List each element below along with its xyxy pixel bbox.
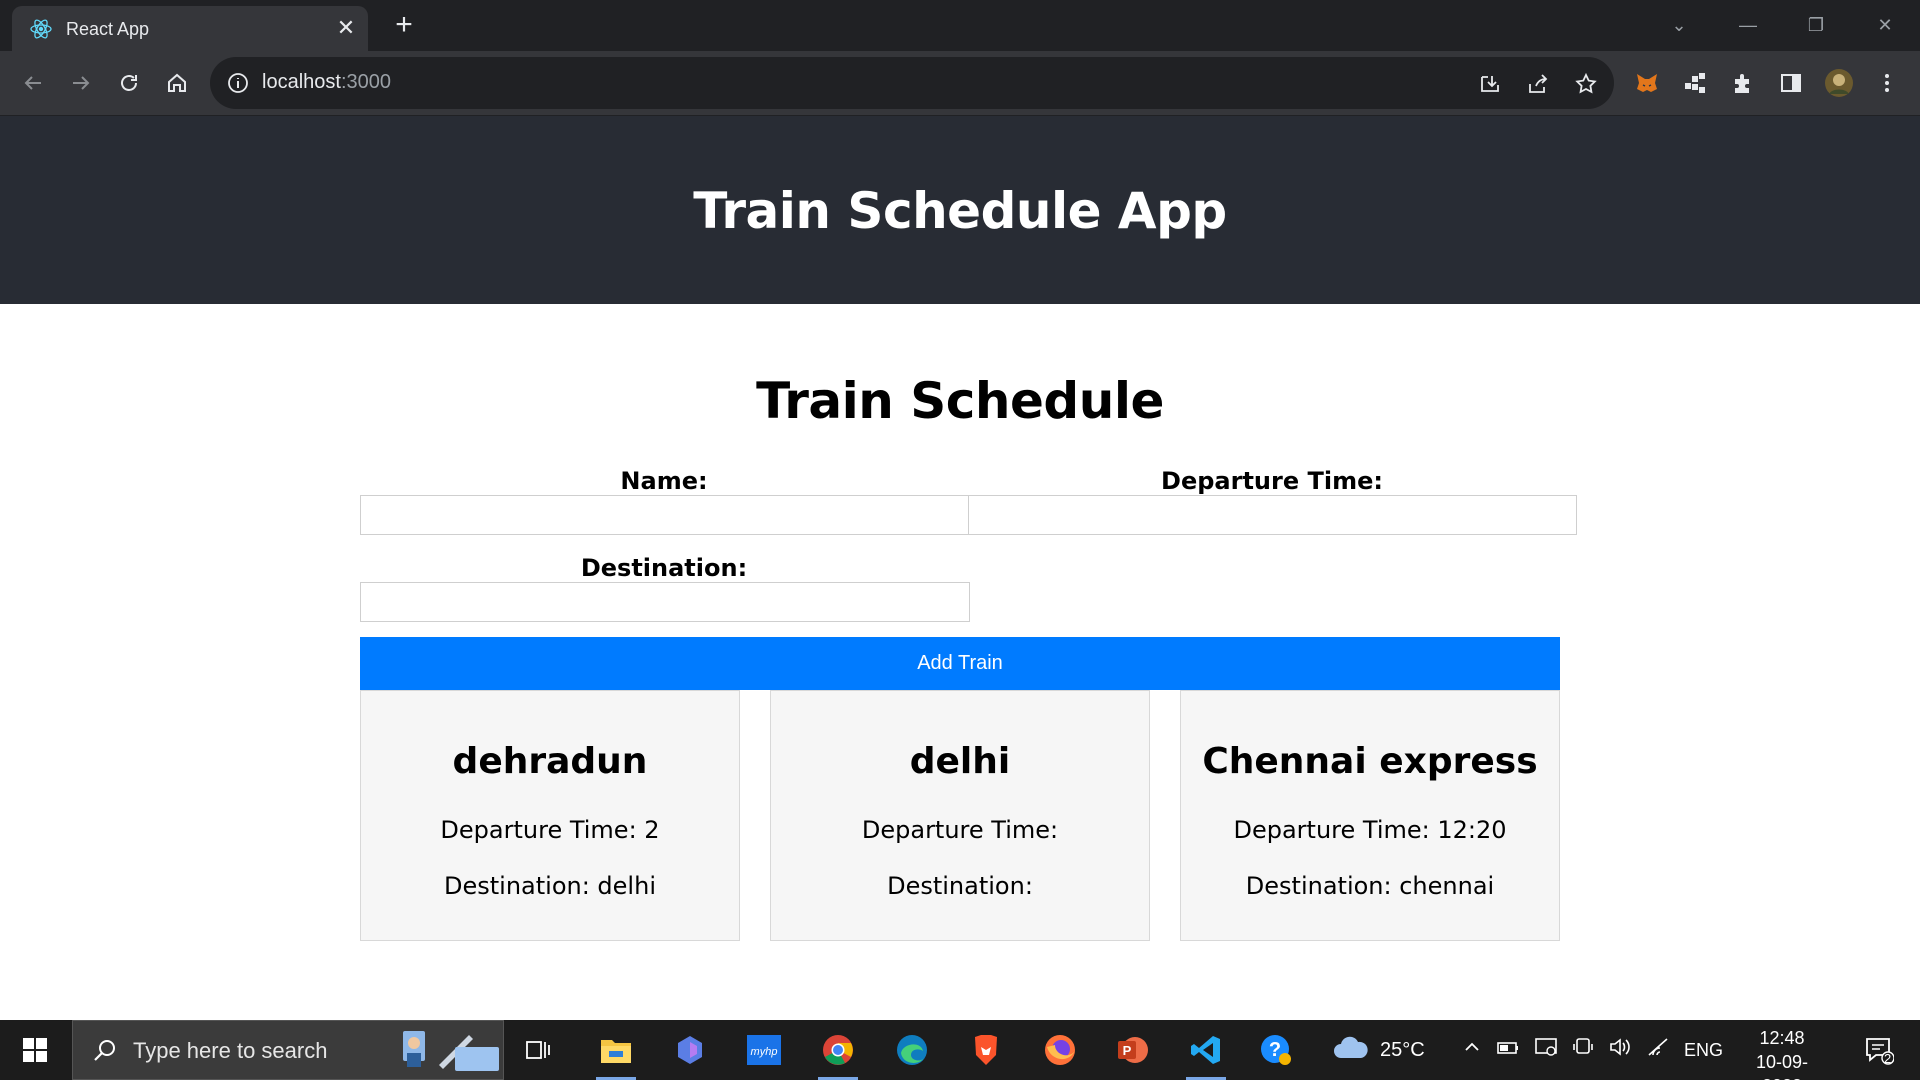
- train-name: Chennai express: [1202, 741, 1538, 782]
- search-placeholder: Type here to search: [133, 1038, 328, 1063]
- train-departure: Departure Time: 12:20: [1233, 816, 1507, 844]
- svg-text:myhp: myhp: [751, 1046, 778, 1058]
- edge-icon[interactable]: [890, 1028, 934, 1072]
- tab-title: React App: [66, 19, 150, 39]
- windows-start-icon[interactable]: [0, 1020, 70, 1080]
- battery-icon[interactable]: [1496, 1037, 1520, 1063]
- metamask-extension-icon[interactable]: [1630, 66, 1664, 100]
- section-title: Train Schedule: [756, 372, 1164, 430]
- restore-icon[interactable]: ❐: [1801, 10, 1831, 40]
- display-icon[interactable]: [1534, 1036, 1558, 1064]
- back-icon[interactable]: [16, 66, 50, 100]
- side-panel-icon[interactable]: [1774, 66, 1808, 100]
- destination-label: Destination:: [580, 554, 748, 582]
- share-icon[interactable]: [1524, 70, 1552, 98]
- train-destination: Destination:: [887, 872, 1033, 900]
- file-explorer-icon[interactable]: [594, 1028, 638, 1072]
- train-departure: Departure Time:: [861, 816, 1059, 844]
- myhp-icon[interactable]: myhp: [742, 1028, 786, 1072]
- grid-extension-icon[interactable]: [1678, 66, 1712, 100]
- tab-search-icon[interactable]: ⌄: [1664, 10, 1694, 40]
- notifications-icon[interactable]: 2: [1854, 1020, 1904, 1080]
- weather-widget[interactable]: 25°C: [1332, 1020, 1425, 1080]
- close-tab-icon[interactable]: ✕: [334, 16, 358, 40]
- train-name: dehradun: [452, 741, 648, 782]
- search-highlight-illustration: [393, 1025, 501, 1077]
- browser-menu-icon[interactable]: [1870, 66, 1904, 100]
- train-card: delhi Departure Time: Destination:: [770, 690, 1150, 941]
- install-app-icon[interactable]: [1476, 70, 1504, 98]
- name-label: Name:: [620, 467, 708, 495]
- clock-time: 12:48: [1759, 1028, 1805, 1048]
- extensions-puzzle-icon[interactable]: [1726, 66, 1760, 100]
- language-indicator[interactable]: ENG: [1684, 1040, 1723, 1061]
- clock-date: 10-09-2023: [1755, 1052, 1809, 1080]
- wifi-icon[interactable]: [1646, 1036, 1670, 1064]
- minimize-icon[interactable]: —: [1733, 10, 1763, 40]
- cloud-icon: [1332, 1034, 1370, 1066]
- weather-temperature: 25°C: [1380, 1038, 1425, 1061]
- url-text: localhost:3000: [262, 71, 391, 93]
- address-bar[interactable]: localhost:3000: [210, 57, 1614, 109]
- departure-time-label: Departure Time:: [1161, 467, 1383, 495]
- react-logo-icon: [29, 17, 53, 41]
- browser-toolbar: localhost:3000: [0, 51, 1920, 116]
- app-header: Train Schedule App: [0, 116, 1920, 304]
- taskbar-search[interactable]: Type here to search: [72, 1020, 504, 1080]
- profile-avatar[interactable]: [1822, 66, 1856, 100]
- bookmark-star-icon[interactable]: [1572, 70, 1600, 98]
- browser-tab[interactable]: React App ✕: [12, 6, 368, 51]
- powerpoint-icon[interactable]: P: [1110, 1028, 1154, 1072]
- add-train-button[interactable]: Add Train: [360, 637, 1560, 690]
- train-departure: Departure Time: 2: [440, 816, 660, 844]
- train-card: dehradun Departure Time: 2 Destination: …: [360, 690, 740, 941]
- meet-icon[interactable]: [1572, 1036, 1594, 1064]
- chevron-up-icon[interactable]: [1462, 1037, 1482, 1063]
- name-input[interactable]: [360, 495, 969, 535]
- reload-icon[interactable]: [112, 66, 146, 100]
- chrome-icon[interactable]: [816, 1028, 860, 1072]
- destination-input[interactable]: [360, 582, 970, 622]
- site-info-icon[interactable]: [226, 71, 250, 95]
- browser-tab-bar: React App ✕ + ⌄ — ❐ ✕: [0, 0, 1920, 51]
- firefox-icon[interactable]: [1038, 1028, 1082, 1072]
- new-tab-icon[interactable]: +: [390, 10, 418, 40]
- task-view-icon[interactable]: [516, 1028, 560, 1072]
- vscode-icon[interactable]: [1184, 1028, 1228, 1072]
- train-destination: Destination: chennai: [1245, 872, 1495, 900]
- departure-time-input[interactable]: [968, 495, 1577, 535]
- train-name: delhi: [909, 741, 1011, 782]
- volume-icon[interactable]: [1608, 1036, 1632, 1064]
- clock[interactable]: 12:48 10-09-2023: [1736, 1026, 1828, 1080]
- close-window-icon[interactable]: ✕: [1870, 10, 1900, 40]
- app-title: Train Schedule App: [693, 182, 1227, 240]
- train-card: Chennai express Departure Time: 12:20 De…: [1180, 690, 1560, 941]
- taskbar: Type here to search myhp P ? 25°C ENG 12…: [0, 1020, 1920, 1080]
- train-destination: Destination: delhi: [444, 872, 656, 900]
- help-icon[interactable]: ?: [1254, 1028, 1298, 1072]
- notification-count: 2: [1884, 1051, 1892, 1066]
- system-tray: ENG: [1462, 1020, 1723, 1080]
- copilot-icon[interactable]: [668, 1028, 712, 1072]
- brave-icon[interactable]: [964, 1028, 1008, 1072]
- forward-icon[interactable]: [64, 66, 98, 100]
- search-icon: [91, 1037, 119, 1065]
- home-icon[interactable]: [160, 66, 194, 100]
- svg-text:P: P: [1123, 1043, 1132, 1058]
